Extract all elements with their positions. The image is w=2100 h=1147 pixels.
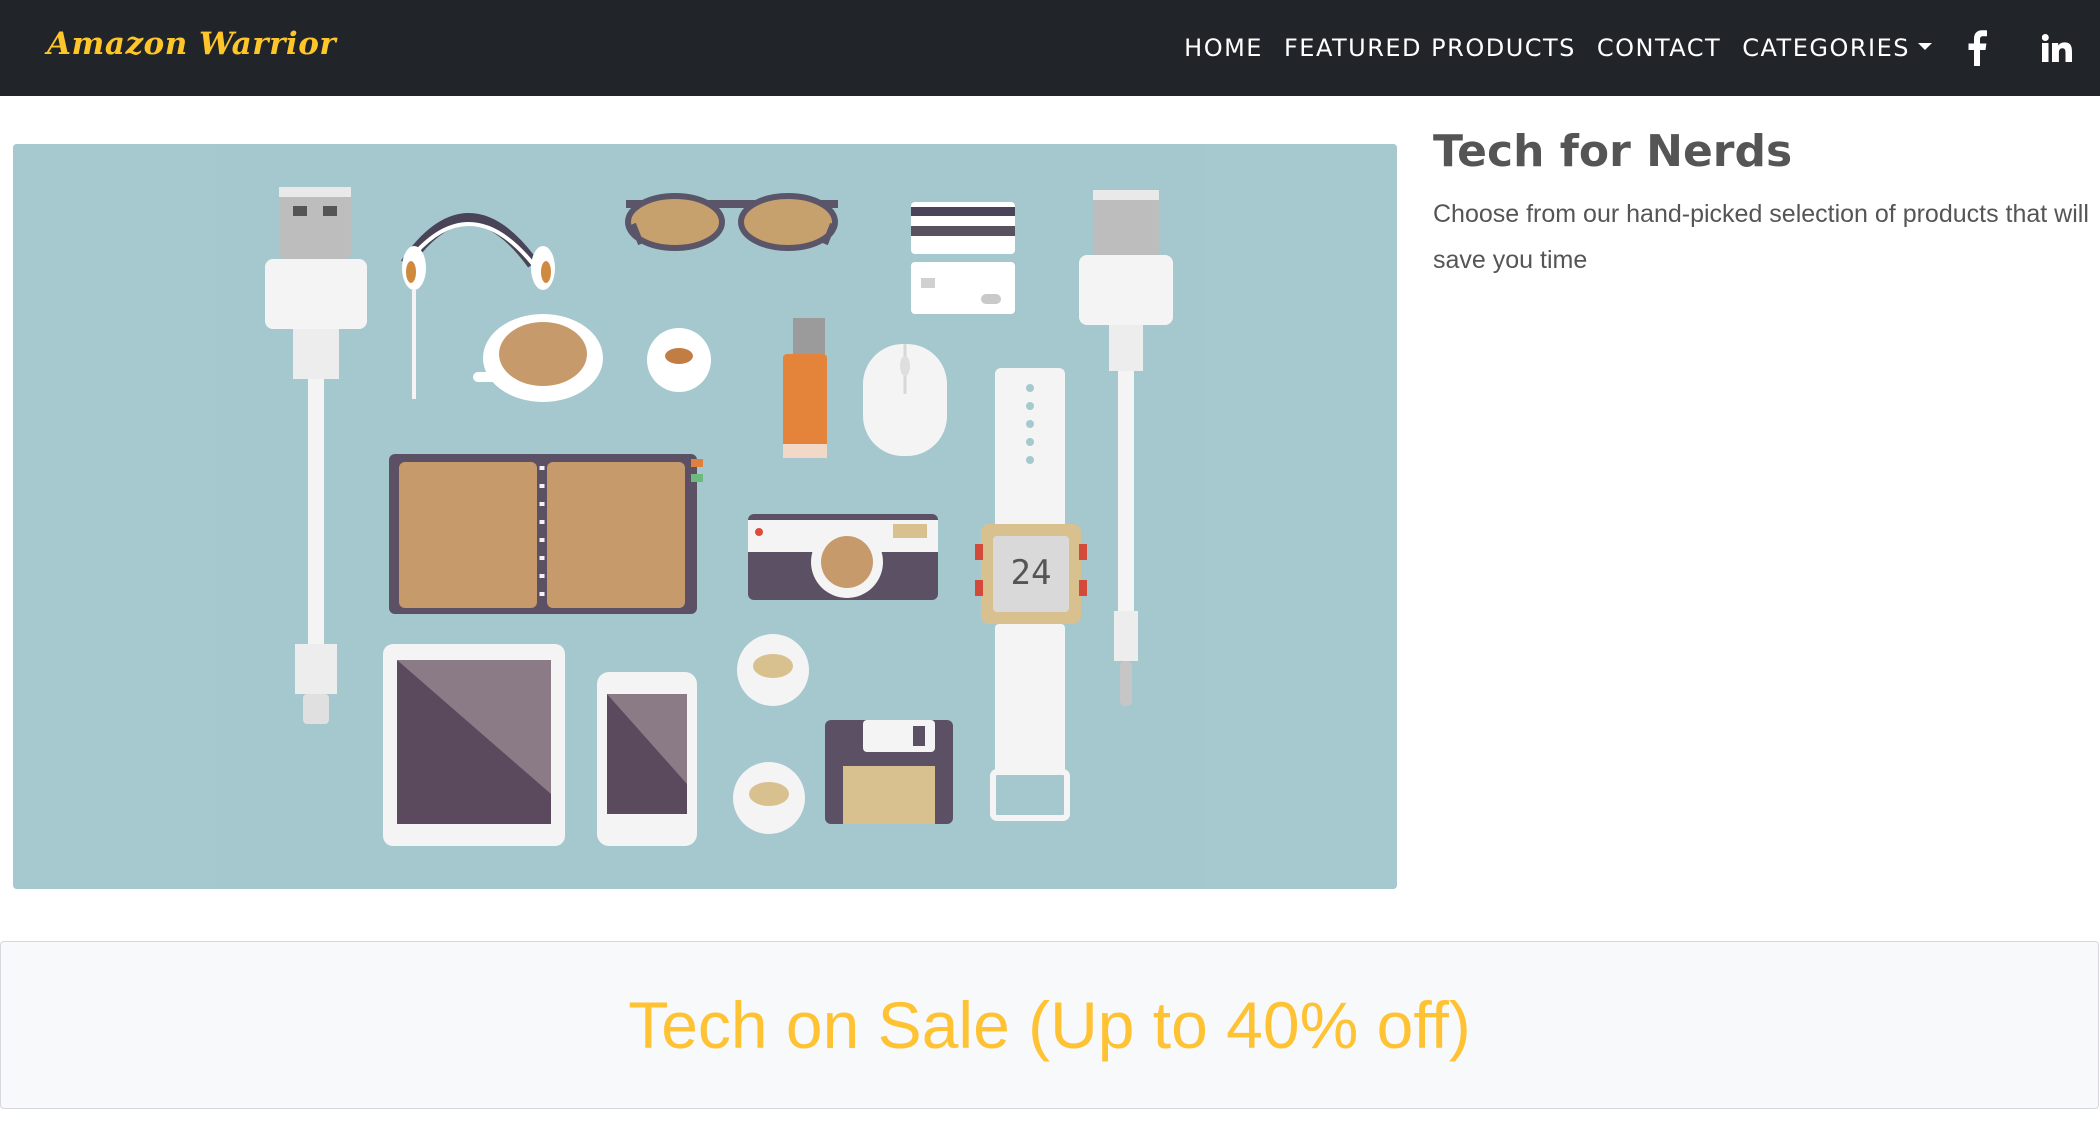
nav-home-link[interactable]: HOME [1184, 34, 1263, 62]
computer-mouse-illustration [863, 344, 947, 456]
linkedin-icon[interactable] [2040, 28, 2074, 68]
facebook-icon[interactable] [1966, 28, 1988, 68]
nav-links: HOME FEATURED PRODUCTS CONTACT CATEGORIE… [1184, 0, 2100, 96]
brand-logo[interactable]: Amazon Warrior [47, 26, 336, 62]
smartphone-illustration [597, 672, 697, 846]
camera-illustration [748, 514, 938, 600]
floppy-disk-illustration [825, 720, 953, 824]
nav-contact-link[interactable]: CONTACT [1597, 34, 1721, 62]
nav-categories-label: CATEGORIES [1742, 34, 1910, 62]
nav-featured-products-link[interactable]: FEATURED PRODUCTS [1284, 34, 1576, 62]
navbar: Amazon Warrior HOME FEATURED PRODUCTS CO… [0, 0, 2100, 96]
nav-categories-dropdown[interactable]: CATEGORIES [1742, 34, 1932, 62]
notebook-illustration [389, 454, 703, 614]
sale-banner-text: Tech on Sale (Up to 40% off) [628, 988, 1471, 1062]
round-box-illustration [647, 328, 711, 392]
hero-image: 24 [13, 144, 1397, 889]
hero-title: Tech for Nerds [1433, 126, 1793, 177]
tablet-illustration [383, 644, 565, 846]
watch-display-text: 24 [1011, 553, 1052, 593]
sale-banner: Tech on Sale (Up to 40% off) [0, 941, 2099, 1109]
hero-text-panel: Tech for Nerds Choose from our hand-pick… [1433, 126, 2093, 283]
caret-down-icon [1918, 42, 1932, 50]
hero-description: Choose from our hand-picked selection of… [1433, 200, 2089, 274]
